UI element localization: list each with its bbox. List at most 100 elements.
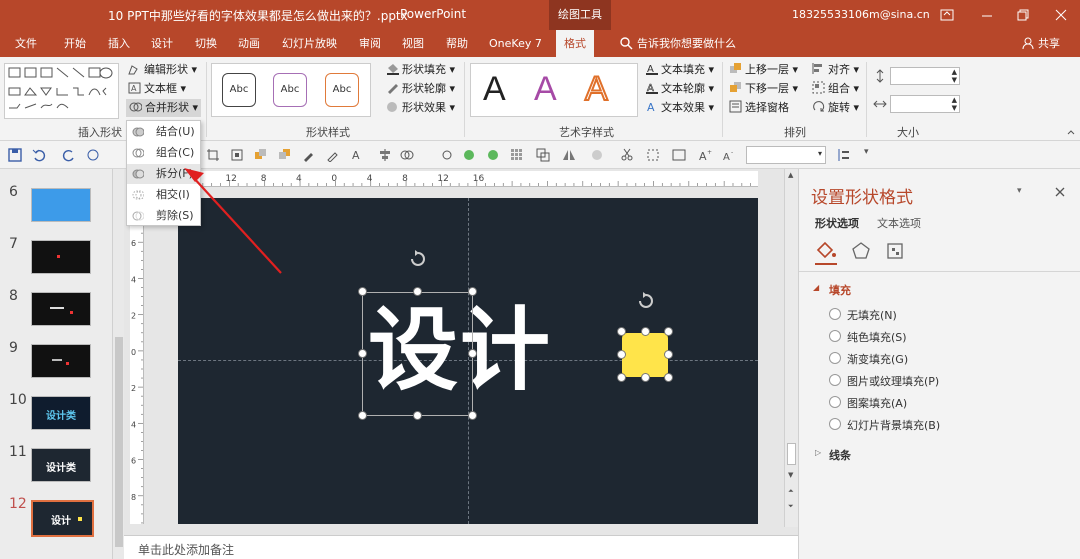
shape-width-input[interactable]: ▲ ▼ [890,95,960,113]
tab-design[interactable]: 设计 [151,30,173,57]
resize-handle[interactable] [468,411,477,420]
customize-toolbar-icon[interactable]: ▾ [864,147,869,157]
resize-handle[interactable] [664,373,673,382]
edit-shape-button[interactable]: 编辑形状 ▾ [128,61,197,79]
text-effects-button[interactable]: A 文本效果 ▾ [645,99,714,117]
slide-thumbnail-9[interactable] [31,344,91,378]
eyedropper-icon[interactable] [302,148,316,162]
gradient-fill-radio[interactable] [829,352,841,364]
shape-fill-button[interactable]: 形状填充 ▾ [386,61,455,79]
resize-handle[interactable] [617,373,626,382]
close-pane-icon[interactable] [1055,187,1065,197]
resize-handle[interactable] [413,287,422,296]
group-button[interactable]: 组合 ▾ [812,80,859,98]
collapse-ribbon-icon[interactable] [1066,127,1076,137]
bring-forward-button[interactable]: 上移一层 ▾ [729,61,798,79]
tab-onekey[interactable]: OneKey 7 [489,30,542,57]
green-dot-icon[interactable] [462,148,476,162]
shape-effects-button[interactable]: 形状效果 ▾ [386,99,455,117]
tab-review[interactable]: 审阅 [359,30,381,57]
resize-handle[interactable] [641,327,650,336]
scroll-down-arrow-icon[interactable]: ▼ [788,471,793,479]
save-icon[interactable] [8,148,22,162]
font-shrink-icon[interactable]: A- [722,148,736,162]
tab-view[interactable]: 视图 [402,30,424,57]
text-fill-button[interactable]: A 文本填充 ▾ [645,61,714,79]
line-spacing-icon[interactable] [836,148,850,162]
font-grow-icon[interactable]: A + [698,148,712,162]
close-window-icon[interactable] [1054,8,1068,22]
pattern-fill-radio[interactable] [829,396,841,408]
tab-animations[interactable]: 动画 [238,30,260,57]
picture-fill-radio[interactable] [829,374,841,386]
tab-format[interactable]: 格式 [556,30,594,57]
slide-thumbnail-8[interactable] [31,292,91,326]
expand-fill-icon[interactable]: ◢ [813,283,819,292]
user-account[interactable]: 18325533106m@sina.cn [792,8,930,21]
redo-icon[interactable] [62,148,76,162]
slide-thumbnail-10[interactable]: 设计类 [31,396,91,430]
share-button[interactable]: 共享 [1038,30,1060,57]
align-center-icon[interactable] [378,148,392,162]
shape-outline-button[interactable]: 形状轮廓 ▾ [386,80,455,98]
expand-line-icon[interactable]: ▷ [815,448,821,457]
minimize-icon[interactable] [980,8,994,22]
resize-handle[interactable] [358,287,367,296]
resize-icon[interactable] [646,148,660,162]
rotate-handle-icon[interactable] [409,250,427,268]
slide-background-fill-radio[interactable] [829,418,841,430]
pentagon-effects-icon[interactable] [851,241,871,261]
selection-box[interactable] [362,292,473,416]
merge-shapes-button[interactable]: 合并形状 ▾ [126,99,202,117]
menu-item-union[interactable]: 结合(U) [127,122,200,142]
line-section-header[interactable]: 线条 [829,447,851,463]
eyedropper-line-icon[interactable] [326,148,340,162]
fill-line-icon[interactable] [815,241,837,261]
resize-handle[interactable] [641,373,650,382]
tab-shape-options[interactable]: 形状选项 [815,215,859,231]
text-outline-button[interactable]: A 文本轮廓 ▾ [645,80,714,98]
selection-pane-button[interactable]: 选择窗格 [729,99,789,117]
resize-handle[interactable] [358,411,367,420]
tab-transitions[interactable]: 切换 [195,30,217,57]
shape-style-dark[interactable]: Abc [222,73,256,107]
slide-thumbnail-12-selected[interactable]: 设计 [31,500,94,537]
shape-style-orange[interactable]: Abc [325,73,359,107]
notes-pane[interactable]: 单击此处添加备注 [124,535,798,559]
resize-handle[interactable] [468,287,477,296]
text-fill-eyedropper-icon[interactable]: A [350,148,364,162]
solid-fill-radio[interactable] [829,330,841,342]
restore-icon[interactable] [1016,8,1030,22]
tab-help[interactable]: 帮助 [446,30,468,57]
resize-handle[interactable] [617,350,626,359]
shape-height-input[interactable]: ▲ ▼ [890,67,960,85]
resize-handle[interactable] [664,350,673,359]
tab-home[interactable]: 开始 [64,30,86,57]
scroll-up-arrow-icon[interactable]: ▲ [788,171,793,179]
tell-me-input[interactable]: 告诉我你想要做什么 [637,30,736,57]
tab-file[interactable]: 文件 [15,30,37,57]
tab-insert[interactable]: 插入 [108,30,130,57]
text-box-button[interactable]: A 文本框 ▾ [128,80,186,98]
wordart-black[interactable]: A [483,70,506,109]
pane-options-icon[interactable]: ▾ [1017,186,1022,196]
wordart-gallery[interactable]: A A A [470,63,638,117]
resize-handle[interactable] [358,349,367,358]
resize-handle[interactable] [617,327,626,336]
rotate-button[interactable]: 旋转 ▾ [812,99,859,117]
align-button[interactable]: 对齐 ▾ [812,61,859,79]
slide-vertical-scrollbar[interactable]: ▲ ▼ ⏶ ⏷ [784,169,798,527]
send-backward-button[interactable]: 下移一层 ▾ [729,80,798,98]
circle-outline-icon[interactable] [440,148,454,162]
no-fill-radio[interactable] [829,308,841,320]
green-dot-icon-2[interactable] [486,148,500,162]
shape-styles-gallery[interactable]: Abc Abc Abc [211,63,371,117]
resize-handle[interactable] [413,411,422,420]
shape-tool-icon[interactable] [86,148,100,162]
scissors-icon[interactable] [620,148,634,162]
undo-icon[interactable] [32,148,46,162]
gray-circle-icon[interactable] [590,148,604,162]
resize-handle[interactable] [468,349,477,358]
tab-slideshow[interactable]: 幻灯片放映 [282,30,337,57]
ribbon-display-icon[interactable] [940,8,954,22]
